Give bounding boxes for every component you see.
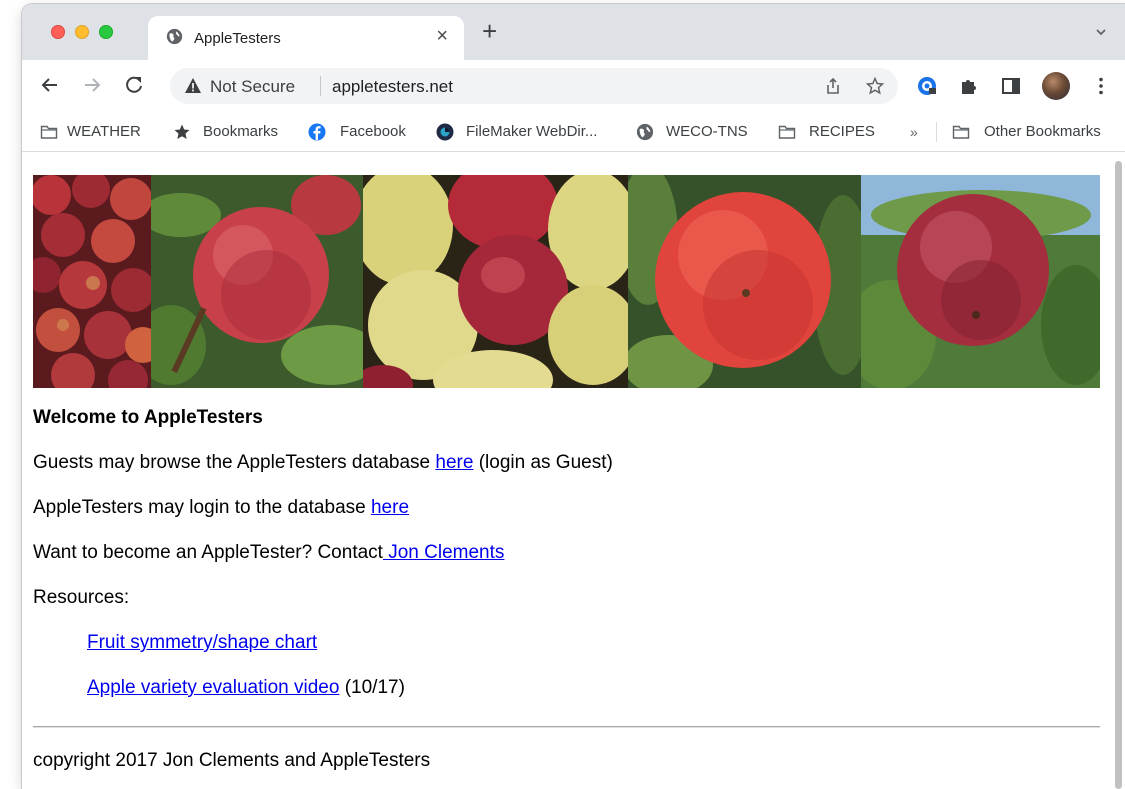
apple-photo-pile bbox=[33, 175, 151, 388]
bookmark-label: RECIPES bbox=[809, 123, 875, 140]
become-line: Want to become an AppleTester? Contact J… bbox=[33, 542, 504, 564]
side-panel-icon[interactable] bbox=[1000, 75, 1022, 97]
share-icon[interactable] bbox=[824, 77, 842, 95]
reload-icon[interactable] bbox=[123, 74, 145, 96]
globe-icon bbox=[636, 123, 654, 141]
copyright-text: copyright 2017 Jon Clements and AppleTes… bbox=[33, 750, 431, 771]
new-tab-button[interactable]: + bbox=[482, 18, 497, 44]
folder-icon bbox=[952, 125, 970, 139]
evaluation-video-link[interactable]: Apple variety evaluation video bbox=[87, 677, 339, 698]
star-icon[interactable] bbox=[866, 77, 884, 95]
filemaker-icon bbox=[436, 123, 454, 141]
testers-text: AppleTesters may login to the database bbox=[33, 497, 371, 518]
bookmark-label: FileMaker WebDir... bbox=[466, 123, 598, 140]
globe-icon bbox=[166, 28, 183, 45]
bookmark-label: WECO-TNS bbox=[666, 123, 748, 140]
web-page: Welcome to AppleTesters Guests may brows… bbox=[22, 153, 1112, 789]
close-window-button[interactable] bbox=[51, 25, 65, 39]
warning-triangle-icon[interactable] bbox=[184, 77, 202, 94]
bookmark-label: WEATHER bbox=[67, 123, 141, 140]
bookmarks-divider bbox=[936, 122, 937, 142]
become-text: Want to become an AppleTester? Contact bbox=[33, 542, 383, 563]
video-date: (10/17) bbox=[339, 677, 405, 698]
chevron-down-icon[interactable] bbox=[1095, 26, 1107, 38]
bookmark-label: Bookmarks bbox=[203, 123, 279, 140]
folder-icon bbox=[40, 125, 58, 139]
apple-photo-branch bbox=[151, 175, 363, 388]
close-tab-icon[interactable]: × bbox=[436, 26, 448, 46]
url-text[interactable]: appletesters.net bbox=[332, 77, 453, 97]
guest-login-link[interactable]: here bbox=[435, 452, 473, 473]
back-arrow-icon[interactable] bbox=[39, 74, 61, 96]
facebook-icon bbox=[308, 123, 326, 141]
apple-banner-image bbox=[33, 175, 1100, 388]
tab-strip: AppleTesters × + bbox=[22, 4, 1125, 60]
apple-photo-dark bbox=[861, 175, 1100, 388]
address-bar[interactable]: Not Secure appletesters.net bbox=[170, 68, 898, 104]
more-bookmarks-button[interactable]: » bbox=[910, 124, 918, 140]
apple-photo-red bbox=[628, 175, 861, 388]
more-menu-icon[interactable] bbox=[1090, 75, 1112, 97]
resource-item-video: Apple variety evaluation video (10/17) bbox=[87, 677, 405, 699]
tester-login-link[interactable]: here bbox=[371, 497, 409, 518]
browser-window: AppleTesters × + Not Secure appletesters… bbox=[22, 4, 1125, 789]
security-status[interactable]: Not Secure bbox=[210, 77, 295, 97]
tab-title: AppleTesters bbox=[194, 30, 281, 47]
forward-arrow-icon[interactable] bbox=[81, 74, 103, 96]
contact-jon-clements-link[interactable]: Jon Clements bbox=[383, 542, 504, 563]
resource-item-shape-chart: Fruit symmetry/shape chart bbox=[87, 632, 317, 654]
guests-suffix: (login as Guest) bbox=[473, 452, 613, 473]
testers-line: AppleTesters may login to the database h… bbox=[33, 497, 409, 519]
browser-toolbar: Not Secure appletesters.net bbox=[22, 60, 1125, 112]
minimize-window-button[interactable] bbox=[75, 25, 89, 39]
guests-text: Guests may browse the AppleTesters datab… bbox=[33, 452, 436, 473]
bookmark-label: Other Bookmarks bbox=[984, 123, 1101, 140]
apple-photo-mixed bbox=[363, 175, 628, 388]
page-scrollbar[interactable] bbox=[1112, 153, 1125, 789]
shape-chart-link[interactable]: Fruit symmetry/shape chart bbox=[87, 632, 317, 653]
address-separator bbox=[320, 76, 321, 96]
star-icon bbox=[174, 124, 190, 139]
folder-icon bbox=[778, 125, 796, 139]
guests-line: Guests may browse the AppleTesters datab… bbox=[33, 452, 613, 474]
bookmarks-bar: WEATHER Bookmarks Facebook FileMaker Web… bbox=[22, 112, 1125, 152]
resources-label: Resources: bbox=[33, 587, 130, 608]
welcome-heading: Welcome to AppleTesters bbox=[33, 407, 263, 428]
profile-avatar[interactable] bbox=[1042, 72, 1070, 100]
bookmark-label: Facebook bbox=[340, 123, 406, 140]
horizontal-rule bbox=[33, 726, 1100, 728]
active-tab[interactable]: AppleTesters × bbox=[148, 16, 464, 60]
zoom-window-button[interactable] bbox=[99, 25, 113, 39]
extensions-puzzle-icon[interactable] bbox=[958, 75, 980, 97]
scrollbar-thumb[interactable] bbox=[1115, 161, 1122, 789]
password-manager-icon[interactable] bbox=[916, 75, 938, 97]
